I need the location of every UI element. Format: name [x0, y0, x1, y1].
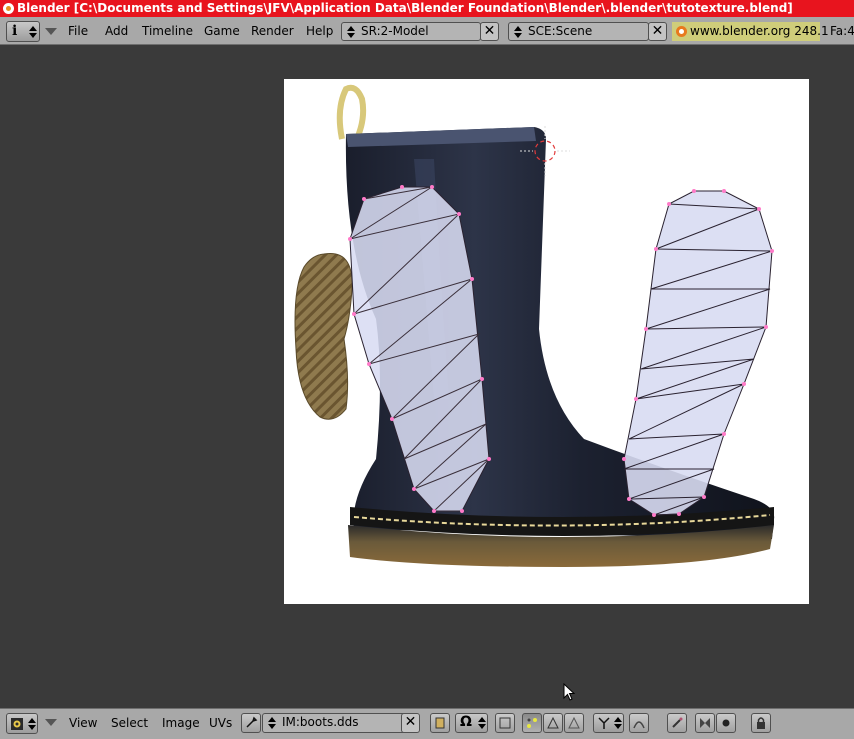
- face-select-mode-button[interactable]: [564, 713, 584, 733]
- vertex-select-icon: [527, 718, 537, 728]
- proportional-edit-button[interactable]: [629, 713, 649, 733]
- sticky-select-icon: [598, 717, 610, 729]
- menu-render[interactable]: Render: [251, 24, 294, 38]
- delete-screen-button[interactable]: ✕: [480, 22, 499, 41]
- alpha-icon: [700, 718, 710, 728]
- image-editor-icon: [11, 718, 23, 730]
- menu-add[interactable]: Add: [105, 24, 128, 38]
- lock-button[interactable]: [751, 713, 771, 733]
- menu-file[interactable]: File: [68, 24, 88, 38]
- menu-game[interactable]: Game: [204, 24, 240, 38]
- mouse-pointer-icon: [563, 683, 576, 701]
- alpha-button[interactable]: [695, 713, 715, 733]
- updown-arrows-icon: [613, 717, 623, 729]
- edge-select-mode-button[interactable]: [543, 713, 563, 733]
- omega-icon: Ω: [460, 714, 472, 730]
- updown-arrows-icon: [27, 718, 37, 730]
- menu-image[interactable]: Image: [162, 716, 200, 730]
- pin-icon: [246, 716, 258, 728]
- screen-name: SR:2-Model: [361, 24, 429, 38]
- uv-editor-header: View Select Image UVs IM:boots.dds ✕ Ω: [0, 708, 854, 739]
- updown-arrows-icon: [346, 26, 356, 38]
- lock-icon: [757, 717, 765, 729]
- sole-tread: [294, 252, 353, 420]
- version-url: www.blender.org 248.1: [690, 24, 829, 38]
- scene-name: SCE:Scene: [528, 24, 593, 38]
- window-titlebar: Blender [C:\Documents and Settings\JFV\A…: [0, 0, 854, 17]
- window-title: Blender [C:\Documents and Settings\JFV\A…: [17, 1, 793, 15]
- edge-select-icon: [547, 716, 559, 729]
- menu-uvs[interactable]: UVs: [209, 716, 232, 730]
- updown-arrows-icon: [28, 26, 38, 38]
- info-header: i File Add Timeline Game Render Help SR:…: [0, 17, 854, 45]
- menu-view[interactable]: View: [69, 716, 97, 730]
- uv-island-right[interactable]: [622, 189, 774, 517]
- scene-selector[interactable]: SCE:Scene: [508, 22, 649, 41]
- menu-timeline[interactable]: Timeline: [142, 24, 193, 38]
- updown-arrows-icon: [477, 717, 487, 729]
- boots-texture-image: [284, 79, 809, 604]
- record-dot-icon: [722, 719, 730, 727]
- menu-select[interactable]: Select: [111, 716, 148, 730]
- vertex-select-mode-button[interactable]: [522, 713, 542, 733]
- brush-icon: [672, 717, 683, 728]
- proportional-edit-icon: [633, 721, 645, 729]
- pack-image-button[interactable]: [430, 713, 450, 733]
- close-icon: ✕: [404, 714, 417, 730]
- version-info: www.blender.org 248.1: [672, 22, 829, 41]
- boot-illustration: [294, 84, 775, 567]
- delete-scene-button[interactable]: ✕: [648, 22, 667, 41]
- editor-type-button[interactable]: [6, 713, 38, 734]
- image-browse-field[interactable]: IM:boots.dds: [262, 713, 406, 733]
- blender-logo-icon: [676, 26, 687, 37]
- menu-help[interactable]: Help: [306, 24, 333, 38]
- info-icon: i: [12, 23, 18, 39]
- close-icon: ✕: [483, 23, 496, 39]
- draw-mode-selector[interactable]: Ω: [455, 713, 488, 733]
- uv-image-editor[interactable]: [0, 46, 854, 708]
- uv-sync-button[interactable]: [495, 713, 515, 733]
- zbuffer-button[interactable]: [716, 713, 736, 733]
- collapse-menu-icon[interactable]: [45, 719, 57, 726]
- screen-selector[interactable]: SR:2-Model: [341, 22, 481, 41]
- face-select-icon: [568, 716, 580, 729]
- uv-select-icon: [499, 717, 511, 729]
- unlink-image-button[interactable]: ✕: [401, 713, 420, 733]
- pin-button[interactable]: [241, 713, 261, 733]
- updown-arrows-icon: [513, 26, 523, 38]
- boot-pull-tab: [336, 84, 367, 143]
- updown-arrows-icon: [267, 717, 277, 729]
- pack-icon: [435, 717, 445, 729]
- blender-logo-icon: [3, 3, 14, 14]
- sticky-mode-selector[interactable]: [593, 713, 624, 733]
- image-name: IM:boots.dds: [282, 715, 359, 729]
- close-icon: ✕: [651, 23, 664, 39]
- paint-button[interactable]: [667, 713, 687, 733]
- editor-type-button[interactable]: i: [6, 21, 40, 42]
- face-stats: Fa:4: [830, 24, 854, 38]
- collapse-menu-icon[interactable]: [45, 28, 57, 35]
